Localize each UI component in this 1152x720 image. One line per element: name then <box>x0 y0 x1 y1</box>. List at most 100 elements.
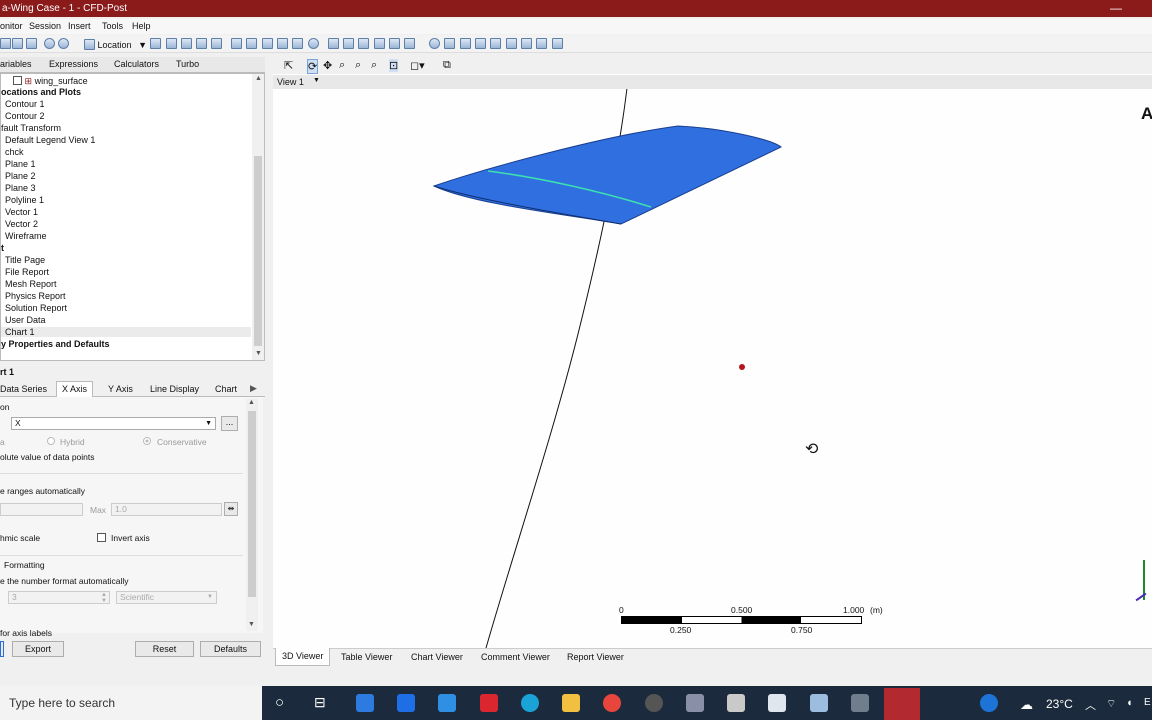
zoom-icon[interactable]: ⌕ <box>339 59 345 72</box>
scroll-down-icon[interactable]: ▼ <box>255 350 262 357</box>
comment-icon[interactable] <box>389 38 400 49</box>
chevron-up-icon[interactable]: ︿ <box>1085 697 1096 713</box>
tab-turbo[interactable]: Turbo <box>176 59 199 69</box>
tab-calculators[interactable]: Calculators <box>114 59 159 69</box>
save-icon[interactable] <box>26 38 37 49</box>
cfd-post-taskbar-icon[interactable] <box>884 688 920 720</box>
menu-tools[interactable]: Tools <box>102 21 123 31</box>
volume-render-icon[interactable] <box>211 38 222 49</box>
tree-section-report[interactable]: t <box>1 243 4 253</box>
taskbar-search[interactable]: Type here to search <box>0 686 262 720</box>
obs-icon[interactable] <box>645 694 663 712</box>
export-button[interactable]: Export <box>12 641 64 657</box>
table-icon[interactable] <box>358 38 369 49</box>
function-calculator-icon[interactable] <box>490 38 501 49</box>
tree-item-plane-1[interactable]: Plane 1 <box>5 159 36 169</box>
mail-icon[interactable] <box>356 694 374 712</box>
location-menu[interactable]: Location ▼ <box>84 37 147 52</box>
pan-icon[interactable]: ✥ <box>323 59 332 72</box>
quick-editor-icon[interactable] <box>460 38 471 49</box>
file-explorer-icon[interactable] <box>562 694 580 712</box>
clip-plane-icon[interactable] <box>292 38 303 49</box>
range-pick-icon[interactable]: ⇹ <box>224 502 238 516</box>
menu-insert[interactable]: Insert <box>68 21 91 31</box>
text-icon[interactable] <box>231 38 242 49</box>
macro-calculator-icon[interactable] <box>506 38 517 49</box>
task-view-icon[interactable]: ⊟ <box>314 694 326 711</box>
cortana-icon[interactable]: ○ <box>275 694 284 711</box>
tree-item-polyline-1[interactable]: Polyline 1 <box>5 195 44 205</box>
visibility-checkbox[interactable] <box>13 76 22 85</box>
edge-icon[interactable] <box>521 694 539 712</box>
legend-icon[interactable] <box>262 38 273 49</box>
streamline-icon[interactable] <box>181 38 192 49</box>
tree-item-chck[interactable]: chck <box>5 147 24 157</box>
viewer-canvas[interactable] <box>273 74 1152 648</box>
menu-help[interactable]: Help <box>132 21 151 31</box>
case-comparison-icon[interactable] <box>536 38 547 49</box>
store-icon[interactable] <box>438 694 456 712</box>
tree-item-wireframe[interactable]: Wireframe <box>5 231 47 241</box>
chrome-icon[interactable] <box>603 694 621 712</box>
tab-table-viewer[interactable]: Table Viewer <box>341 652 392 662</box>
tree-item-mesh-report[interactable]: Mesh Report <box>5 279 57 289</box>
expression-icon[interactable] <box>343 38 354 49</box>
menu-session[interactable]: Session <box>29 21 61 31</box>
tree-item-plane-3[interactable]: Plane 3 <box>5 183 36 193</box>
rotate-icon[interactable]: ⟳ <box>307 59 319 74</box>
tab-chart-viewer[interactable]: Chart Viewer <box>411 652 463 662</box>
3d-viewer[interactable]: ⟲ A 0 0.500 1.000 (m) 0.250 0.750 <box>273 74 1152 648</box>
tab-report-viewer[interactable]: Report Viewer <box>567 652 624 662</box>
figure-icon[interactable] <box>404 38 415 49</box>
open-icon[interactable] <box>12 38 23 49</box>
variable-icon[interactable] <box>328 38 339 49</box>
minimize-button[interactable]: — <box>1110 0 1122 17</box>
tree-item-wing-surface[interactable]: ⊞ wing_surface <box>13 75 88 87</box>
conservative-radio[interactable] <box>143 437 151 445</box>
redo-icon[interactable] <box>58 38 69 49</box>
hybrid-radio[interactable] <box>47 437 55 445</box>
variable-browse-button[interactable]: ... <box>221 416 238 431</box>
defaults-button[interactable]: Defaults <box>200 641 261 657</box>
tab-3d-viewer[interactable]: 3D Viewer <box>275 648 331 666</box>
tab-comment-viewer[interactable]: Comment Viewer <box>481 652 550 662</box>
viewport-layout-icon[interactable]: ◻▾ <box>410 59 425 72</box>
vector-icon[interactable] <box>150 38 161 49</box>
particle-track-icon[interactable] <box>196 38 207 49</box>
app-icon-2[interactable] <box>686 694 704 712</box>
tree-section-user-locations[interactable]: ocations and Plots <box>1 87 81 97</box>
details-scrollbar[interactable]: ▲ ▼ <box>246 399 258 631</box>
tree-item-plane-2[interactable]: Plane 2 <box>5 171 36 181</box>
tree-item-physics-report[interactable]: Physics Report <box>5 291 66 301</box>
tab-data-series[interactable]: Data Series <box>0 384 47 394</box>
language-indicator[interactable]: E <box>1144 697 1151 708</box>
chevron-down-icon[interactable]: ▼ <box>313 77 320 84</box>
tree-item-user-data[interactable]: User Data <box>5 315 46 325</box>
tab-expressions[interactable]: Expressions <box>49 59 98 69</box>
scroll-down-icon[interactable]: ▼ <box>248 621 255 628</box>
volume-icon[interactable]: ◖ <box>1126 697 1133 709</box>
tree-item-contour-1[interactable]: Contour 1 <box>5 99 45 109</box>
dropbox-icon[interactable] <box>397 694 415 712</box>
pick-icon[interactable]: ⇱ <box>284 59 293 72</box>
command-editor-icon[interactable] <box>552 38 563 49</box>
calculator-icon[interactable] <box>851 694 869 712</box>
tab-scroll-right-icon[interactable]: ▶ <box>250 383 257 394</box>
chart-icon[interactable] <box>374 38 385 49</box>
new-icon[interactable] <box>0 38 11 49</box>
tree-item-file-report[interactable]: File Report <box>5 267 49 277</box>
tab-variables[interactable]: ariables <box>0 59 32 69</box>
tab-y-axis[interactable]: Y Axis <box>108 384 133 394</box>
tab-chart[interactable]: Chart <box>215 384 237 394</box>
zoom-fit-icon[interactable]: ⌕ <box>371 59 377 72</box>
tree-item-default-transform[interactable]: fault Transform <box>1 123 61 133</box>
temperature[interactable]: 23°C <box>1046 697 1073 711</box>
variable-select[interactable]: X ▼ <box>11 417 216 430</box>
detach-icon[interactable]: ⧉ <box>443 59 451 72</box>
animation-icon[interactable] <box>444 38 455 49</box>
tree-item-solution-report[interactable]: Solution Report <box>5 303 67 313</box>
scrollbar-thumb[interactable] <box>248 411 256 597</box>
tree-section-display-properties[interactable]: y Properties and Defaults <box>1 339 110 349</box>
scrollbar-thumb[interactable] <box>254 156 262 346</box>
tree-item-default-legend[interactable]: Default Legend View 1 <box>5 135 95 145</box>
